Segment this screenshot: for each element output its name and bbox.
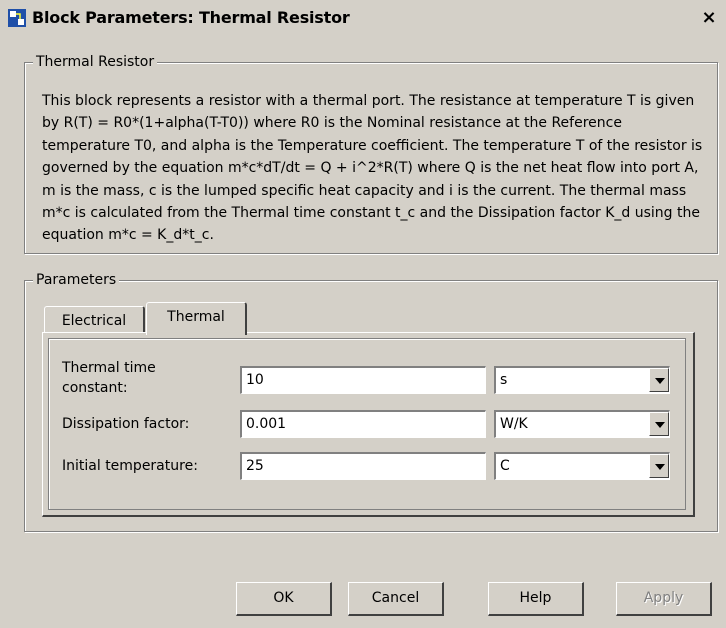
dissipation-factor-unit: W/K: [500, 416, 528, 432]
apply-button[interactable]: Apply: [616, 582, 712, 616]
close-icon: ×: [701, 7, 717, 28]
cancel-button[interactable]: Cancel: [348, 582, 444, 616]
thermal-time-constant-label: Thermal time constant:: [62, 358, 156, 398]
chevron-down-icon[interactable]: [649, 454, 669, 478]
block-description: This block represents a resistor with a …: [42, 93, 703, 244]
dissipation-factor-label: Dissipation factor:: [62, 416, 190, 432]
simulink-block-icon: [8, 9, 26, 27]
initial-temperature-unit: C: [500, 458, 510, 474]
initial-temperature-value: 25: [246, 458, 264, 474]
thermal-time-constant-label-line1: Thermal time: [62, 360, 156, 376]
description-group-legend: Thermal Resistor: [33, 53, 158, 71]
ok-button[interactable]: OK: [236, 582, 332, 616]
chevron-down-icon[interactable]: [649, 368, 669, 392]
tab-thermal[interactable]: Thermal: [146, 302, 247, 335]
title-bar: Block Parameters: Thermal Resistor ×: [0, 0, 726, 38]
dissipation-factor-unit-select[interactable]: W/K: [494, 410, 670, 438]
thermal-time-constant-value: 10: [246, 372, 264, 388]
parameters-group-legend: Parameters: [33, 271, 120, 289]
initial-temperature-unit-select[interactable]: C: [494, 452, 670, 480]
thermal-time-constant-input[interactable]: 10: [240, 366, 486, 394]
chevron-down-icon[interactable]: [649, 412, 669, 436]
tab-thermal-label: Thermal: [167, 309, 225, 325]
thermal-time-constant-label-line2: constant:: [62, 380, 128, 396]
close-button[interactable]: ×: [698, 9, 720, 29]
tab-electrical-label: Electrical: [61, 313, 127, 329]
initial-temperature-label: Initial temperature:: [62, 458, 198, 474]
thermal-time-constant-unit-select[interactable]: s: [494, 366, 670, 394]
window-title: Block Parameters: Thermal Resistor: [32, 8, 350, 27]
help-button[interactable]: Help: [488, 582, 584, 616]
thermal-time-constant-unit: s: [500, 372, 508, 388]
tab-electrical[interactable]: Electrical: [44, 306, 145, 334]
dissipation-factor-value: 0.001: [246, 416, 287, 432]
initial-temperature-input[interactable]: 25: [240, 452, 486, 480]
dissipation-factor-input[interactable]: 0.001: [240, 410, 486, 438]
